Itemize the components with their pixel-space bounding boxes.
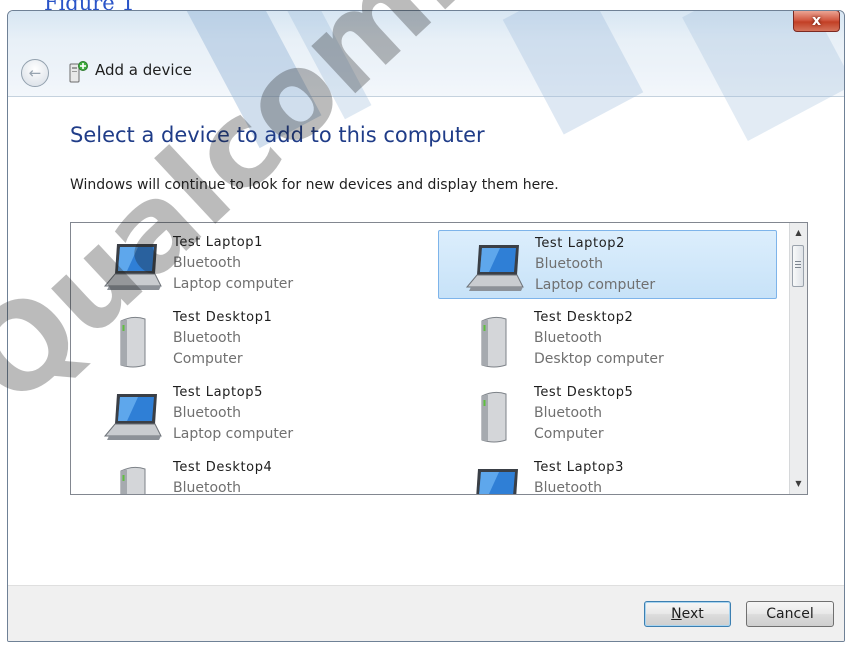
device-connection: Bluetooth xyxy=(173,255,241,271)
device-name: Test Desktop5 xyxy=(534,385,634,400)
device-item[interactable]: Test Laptop3 Bluetooth xyxy=(438,455,777,495)
add-device-dialog: x ← Add a device Select a device to add … xyxy=(7,10,845,642)
device-item[interactable]: Test Laptop5 Bluetooth Laptop computer xyxy=(77,380,416,449)
cancel-button[interactable]: Cancel xyxy=(746,601,834,627)
vertical-scrollbar[interactable]: ▲ ▼ xyxy=(789,223,807,494)
close-button[interactable]: x xyxy=(793,11,840,32)
scroll-down-arrow-icon[interactable]: ▼ xyxy=(790,476,807,492)
device-connection: Bluetooth xyxy=(535,256,603,272)
device-type: Laptop computer xyxy=(535,277,656,293)
laptop-icon xyxy=(476,469,518,494)
back-arrow-icon[interactable]: ← xyxy=(21,59,49,87)
desktop-tower-icon xyxy=(120,316,146,368)
scroll-up-arrow-icon[interactable]: ▲ xyxy=(790,225,807,241)
device-connection: Bluetooth xyxy=(534,405,602,421)
device-type: Laptop computer xyxy=(173,426,294,442)
device-item-selected[interactable]: Test Laptop2 Bluetooth Laptop computer xyxy=(438,230,777,299)
device-connection: Bluetooth xyxy=(173,330,241,346)
title-bar: x ← Add a device xyxy=(8,11,844,149)
device-connection: Bluetooth xyxy=(534,480,602,495)
scroll-thumb[interactable] xyxy=(792,245,804,287)
page-description: Windows will continue to look for new de… xyxy=(70,177,559,193)
device-connection: Bluetooth xyxy=(173,405,241,421)
page-heading: Select a device to add to this computer xyxy=(70,123,485,147)
device-type: Desktop computer xyxy=(534,351,664,367)
device-type: Computer xyxy=(534,426,604,442)
device-connection: Bluetooth xyxy=(534,330,602,346)
laptop-icon xyxy=(103,394,162,440)
device-name: Test Desktop2 xyxy=(534,310,634,325)
device-name: Test Desktop4 xyxy=(173,460,273,475)
device-name: Test Laptop1 xyxy=(173,235,263,250)
device-connection: Bluetooth xyxy=(173,480,241,495)
device-item[interactable]: Test Desktop2 Bluetooth Desktop computer xyxy=(438,305,777,374)
desktop-tower-icon xyxy=(120,466,146,494)
device-name: Test Laptop2 xyxy=(535,236,625,251)
next-mnemonic: N xyxy=(671,606,682,622)
device-type: Laptop computer xyxy=(173,276,294,292)
device-item[interactable]: Test Desktop5 Bluetooth Computer xyxy=(438,380,777,449)
device-name: Test Laptop5 xyxy=(173,385,263,400)
desktop-tower-icon xyxy=(481,316,507,368)
dialog-footer: Next Cancel xyxy=(8,585,844,641)
device-item[interactable]: Test Desktop1 Bluetooth Computer xyxy=(77,305,416,374)
device-item[interactable]: Test Desktop4 Bluetooth xyxy=(77,455,416,495)
device-list[interactable]: Test Laptop1 Bluetooth Laptop computer T… xyxy=(70,222,808,495)
next-button[interactable]: Next xyxy=(644,601,731,627)
next-label-rest: ext xyxy=(681,606,704,622)
add-device-wizard-icon xyxy=(69,61,88,83)
device-name: Test Desktop1 xyxy=(173,310,273,325)
device-item[interactable]: Test Laptop1 Bluetooth Laptop computer xyxy=(77,230,416,299)
desktop-tower-icon xyxy=(481,391,507,443)
device-name: Test Laptop3 xyxy=(534,460,624,475)
device-type: Computer xyxy=(173,351,243,367)
laptop-icon xyxy=(103,244,162,290)
window-title: Add a device xyxy=(95,61,193,79)
laptop-icon xyxy=(465,245,524,291)
